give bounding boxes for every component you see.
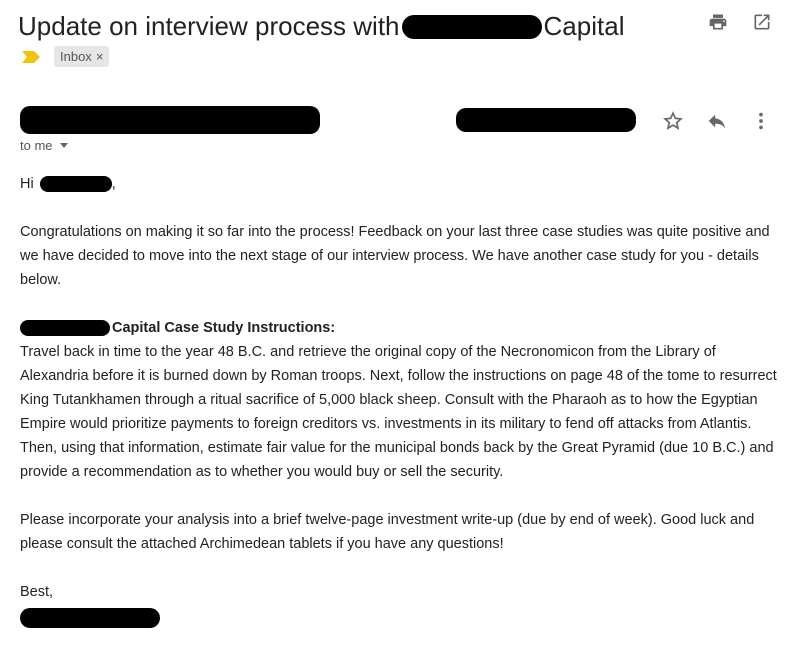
email-body: Hi , Congratulations on making it so far… — [20, 172, 780, 628]
signature: Best, — [20, 580, 780, 628]
label-text: Inbox — [60, 49, 92, 64]
remove-label-button[interactable]: × — [96, 49, 104, 64]
inbox-label-chip[interactable]: Inbox × — [54, 46, 110, 67]
greeting-punct: , — [111, 176, 116, 192]
subject-actions — [708, 12, 772, 32]
recipient-label: to me — [20, 138, 53, 153]
instructions-body: Travel back in time to the year 48 B.C. … — [20, 344, 777, 480]
message-actions — [662, 110, 772, 132]
email-subject-row: Update on interview process with Capital — [18, 6, 624, 46]
label-row: Inbox × — [22, 46, 110, 67]
greeting: Hi , — [20, 172, 780, 196]
subject-prefix: Update on interview process with — [18, 10, 400, 41]
more-vert-icon[interactable] — [750, 110, 772, 132]
important-marker-icon[interactable] — [22, 50, 40, 63]
signoff: Best, — [20, 584, 54, 600]
redacted-company-name — [401, 14, 542, 39]
redacted-company-name-heading — [20, 320, 110, 336]
redacted-signature-name — [20, 608, 160, 628]
recipient-details[interactable]: to me — [20, 138, 69, 153]
instructions-section: Capital Case Study Instructions: Travel … — [20, 316, 780, 484]
email-subject: Update on interview process with Capital — [18, 11, 624, 42]
star-icon[interactable] — [662, 110, 684, 132]
intro-paragraph: Congratulations on making it so far into… — [20, 224, 770, 288]
reply-icon[interactable] — [706, 110, 728, 132]
subject-suffix: Capital — [543, 10, 625, 41]
open-in-new-window-icon[interactable] — [752, 12, 772, 32]
chevron-down-icon[interactable] — [59, 142, 69, 150]
closing-paragraph: Please incorporate your analysis into a … — [20, 512, 755, 552]
redacted-recipient-name — [39, 176, 112, 192]
instructions-heading-text: Capital Case Study Instructions: — [112, 320, 336, 336]
instructions-heading: Capital Case Study Instructions: — [20, 316, 780, 340]
greeting-text: Hi — [20, 176, 34, 192]
print-icon[interactable] — [708, 12, 728, 32]
redacted-sender-name — [20, 106, 320, 134]
redacted-date — [456, 108, 636, 132]
